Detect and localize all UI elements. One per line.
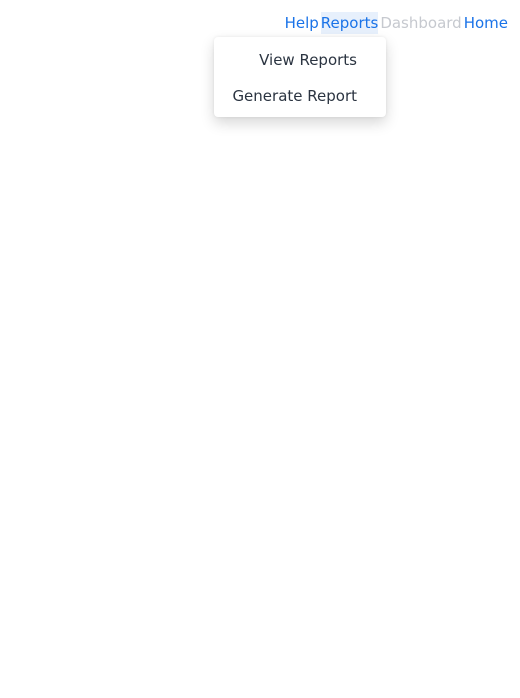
nav-link-help[interactable]: Help <box>285 12 319 34</box>
nav-link-dashboard: Dashboard <box>380 14 462 32</box>
page: Help Reports Dashboard Home View Reports… <box>0 0 520 698</box>
menu-item-generate-report[interactable]: Generate Report <box>214 83 386 119</box>
top-nav: Help Reports Dashboard Home <box>285 12 508 34</box>
nav-link-home[interactable]: Home <box>464 12 508 34</box>
nav-link-reports[interactable]: Reports <box>320 12 379 34</box>
reports-dropdown-menu: View Reports Generate Report <box>214 37 386 117</box>
menu-item-view-reports[interactable]: View Reports <box>214 47 386 83</box>
